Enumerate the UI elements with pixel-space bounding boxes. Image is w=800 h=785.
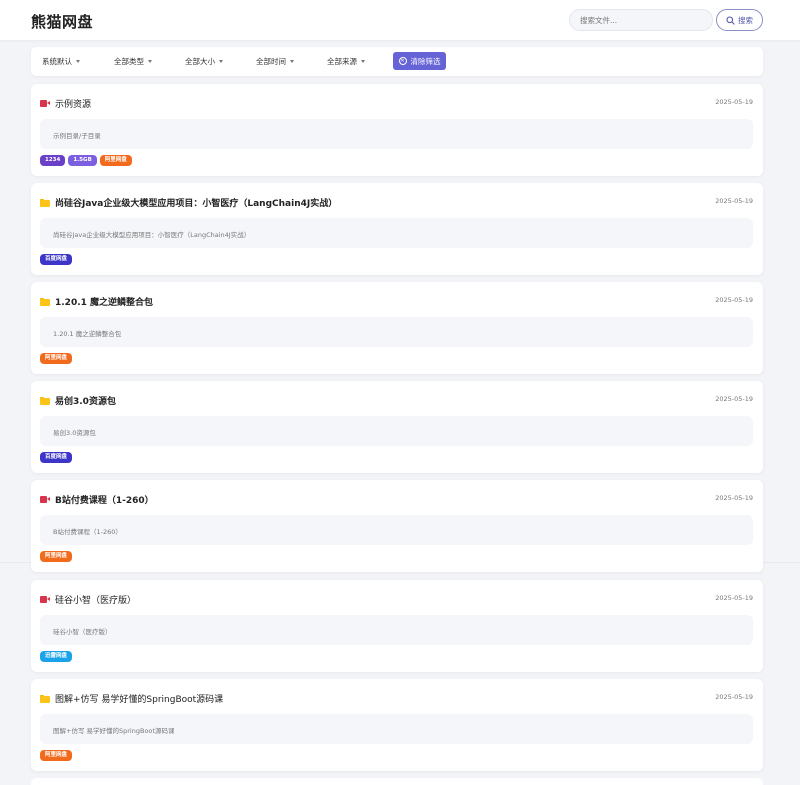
brand-logo[interactable]: 熊猫网盘	[31, 11, 93, 32]
source-tag: 迅雷网盘	[40, 651, 73, 662]
card-title[interactable]: 1.20.1 魔之逆鳞整合包	[40, 295, 153, 308]
card-date: 2025-05-19	[715, 395, 753, 403]
clear-filters-label: 清除筛选	[410, 56, 441, 66]
video-icon	[40, 596, 50, 603]
search-button[interactable]: 搜索	[716, 9, 763, 31]
card-title[interactable]: B站付费课程（1-260）	[40, 493, 154, 506]
resource-card[interactable]: 图解+仿写 易学好懂的SpringBoot源码课 2025-05-19 图解+仿…	[31, 679, 763, 771]
card-description: 硅谷小智（医疗版）	[40, 615, 753, 645]
card-description: B站付费课程（1-260）	[40, 515, 753, 545]
card-title[interactable]: 硅谷小智（医疗版）	[40, 593, 136, 606]
caret-down-icon	[290, 60, 294, 63]
sort-dropdown[interactable]: 系统默认	[42, 56, 80, 67]
folder-icon	[40, 396, 50, 405]
source-tag: 阿里网盘	[40, 353, 73, 364]
filter-bar: 系统默认 全部类型 全部大小 全部时间 全部来源 ✕ 清除筛选	[31, 47, 763, 76]
card-title-text: 尚硅谷Java企业级大模型应用项目：小智医疗（LangChain4J实战）	[55, 199, 338, 209]
card-title[interactable]: 图解+仿写 易学好懂的SpringBoot源码课	[40, 692, 223, 705]
tag-list: 阿里网盘	[40, 353, 73, 364]
caret-down-icon	[361, 60, 365, 63]
search-input[interactable]	[569, 9, 713, 31]
time-dropdown[interactable]: 全部时间	[256, 56, 294, 67]
card-title-text: 图解+仿写 易学好懂的SpringBoot源码课	[55, 695, 224, 705]
card-title[interactable]: 示例资源	[40, 97, 91, 110]
resource-card[interactable]: B站付费课程（1-260） 2025-05-19 B站付费课程（1-260） 阿…	[31, 480, 763, 572]
source-tag: 百度网盘	[40, 452, 73, 463]
source-tag: 阿里网盘	[99, 155, 132, 166]
tag-list: 百度网盘	[40, 254, 73, 265]
folder-icon	[40, 198, 50, 207]
card-date: 2025-05-19	[715, 296, 753, 304]
resource-card[interactable]: 尚硅谷Java企业级大模型应用项目：小智医疗（LangChain4J实战） 20…	[31, 183, 763, 275]
card-title[interactable]: 易创3.0资源包	[40, 394, 116, 407]
card-title-text: 易创3.0资源包	[55, 397, 116, 407]
tag-list: 1234 1.5GB 阿里网盘	[40, 155, 132, 166]
card-date: 2025-05-19	[715, 197, 753, 205]
card-title-text: 示例资源	[55, 100, 92, 110]
source-dropdown-label: 全部来源	[327, 57, 357, 66]
header: 熊猫网盘 搜索	[0, 0, 800, 40]
resource-card[interactable]: 1.20.1 魔之逆鳞整合包 2025-05-19 1.20.1 魔之逆鳞整合包…	[31, 282, 763, 374]
source-tag: 百度网盘	[40, 254, 73, 265]
source-tag: 阿里网盘	[40, 551, 73, 562]
tag-list: 百度网盘	[40, 452, 73, 463]
source-tag: 阿里网盘	[40, 750, 73, 761]
caret-down-icon	[76, 60, 80, 63]
folder-icon	[40, 694, 50, 703]
search-icon	[726, 15, 735, 25]
size-dropdown-label: 全部大小	[185, 57, 215, 66]
source-dropdown[interactable]: 全部来源	[327, 56, 365, 67]
card-date: 2025-05-19	[715, 494, 753, 502]
card-date: 2025-05-19	[715, 594, 753, 602]
card-date: 2025-05-19	[715, 693, 753, 701]
resource-card-partial[interactable]	[31, 778, 763, 785]
video-icon	[40, 100, 50, 107]
card-description: 图解+仿写 易学好懂的SpringBoot源码课	[40, 714, 753, 744]
card-description: 示例目录/子目录	[40, 119, 753, 149]
tag-list: 迅雷网盘	[40, 651, 73, 662]
time-dropdown-label: 全部时间	[256, 57, 286, 66]
resource-card[interactable]: 易创3.0资源包 2025-05-19 易创3.0资源包 百度网盘	[31, 381, 763, 473]
folder-icon	[40, 297, 50, 306]
card-description: 尚硅谷Java企业级大模型应用项目：小智医疗（LangChain4J实战）	[40, 218, 753, 248]
card-date: 2025-05-19	[715, 98, 753, 106]
tag-list: 阿里网盘	[40, 551, 73, 562]
size-tag: 1.5GB	[68, 155, 97, 166]
card-title-text: 1.20.1 魔之逆鳞整合包	[55, 298, 154, 308]
card-description: 1.20.1 魔之逆鳞整合包	[40, 317, 753, 347]
resource-card[interactable]: 硅谷小智（医疗版） 2025-05-19 硅谷小智（医疗版） 迅雷网盘	[31, 580, 763, 672]
close-circle-icon: ✕	[398, 57, 407, 65]
sort-dropdown-label: 系统默认	[42, 57, 72, 66]
card-title[interactable]: 尚硅谷Java企业级大模型应用项目：小智医疗（LangChain4J实战）	[40, 196, 337, 209]
count-tag: 1234	[40, 155, 66, 166]
caret-down-icon	[148, 60, 152, 63]
card-title-text: B站付费课程（1-260）	[55, 496, 154, 506]
caret-down-icon	[219, 60, 223, 63]
clear-filters-button[interactable]: ✕ 清除筛选	[393, 52, 446, 70]
search-button-label: 搜索	[738, 15, 753, 25]
card-description: 易创3.0资源包	[40, 416, 753, 446]
type-dropdown[interactable]: 全部类型	[114, 56, 152, 67]
size-dropdown[interactable]: 全部大小	[185, 56, 223, 67]
resource-card[interactable]: 示例资源 2025-05-19 示例目录/子目录 1234 1.5GB 阿里网盘	[31, 84, 763, 176]
video-icon	[40, 496, 50, 503]
type-dropdown-label: 全部类型	[114, 57, 144, 66]
tag-list: 阿里网盘	[40, 750, 73, 761]
card-title-text: 硅谷小智（医疗版）	[55, 596, 137, 606]
